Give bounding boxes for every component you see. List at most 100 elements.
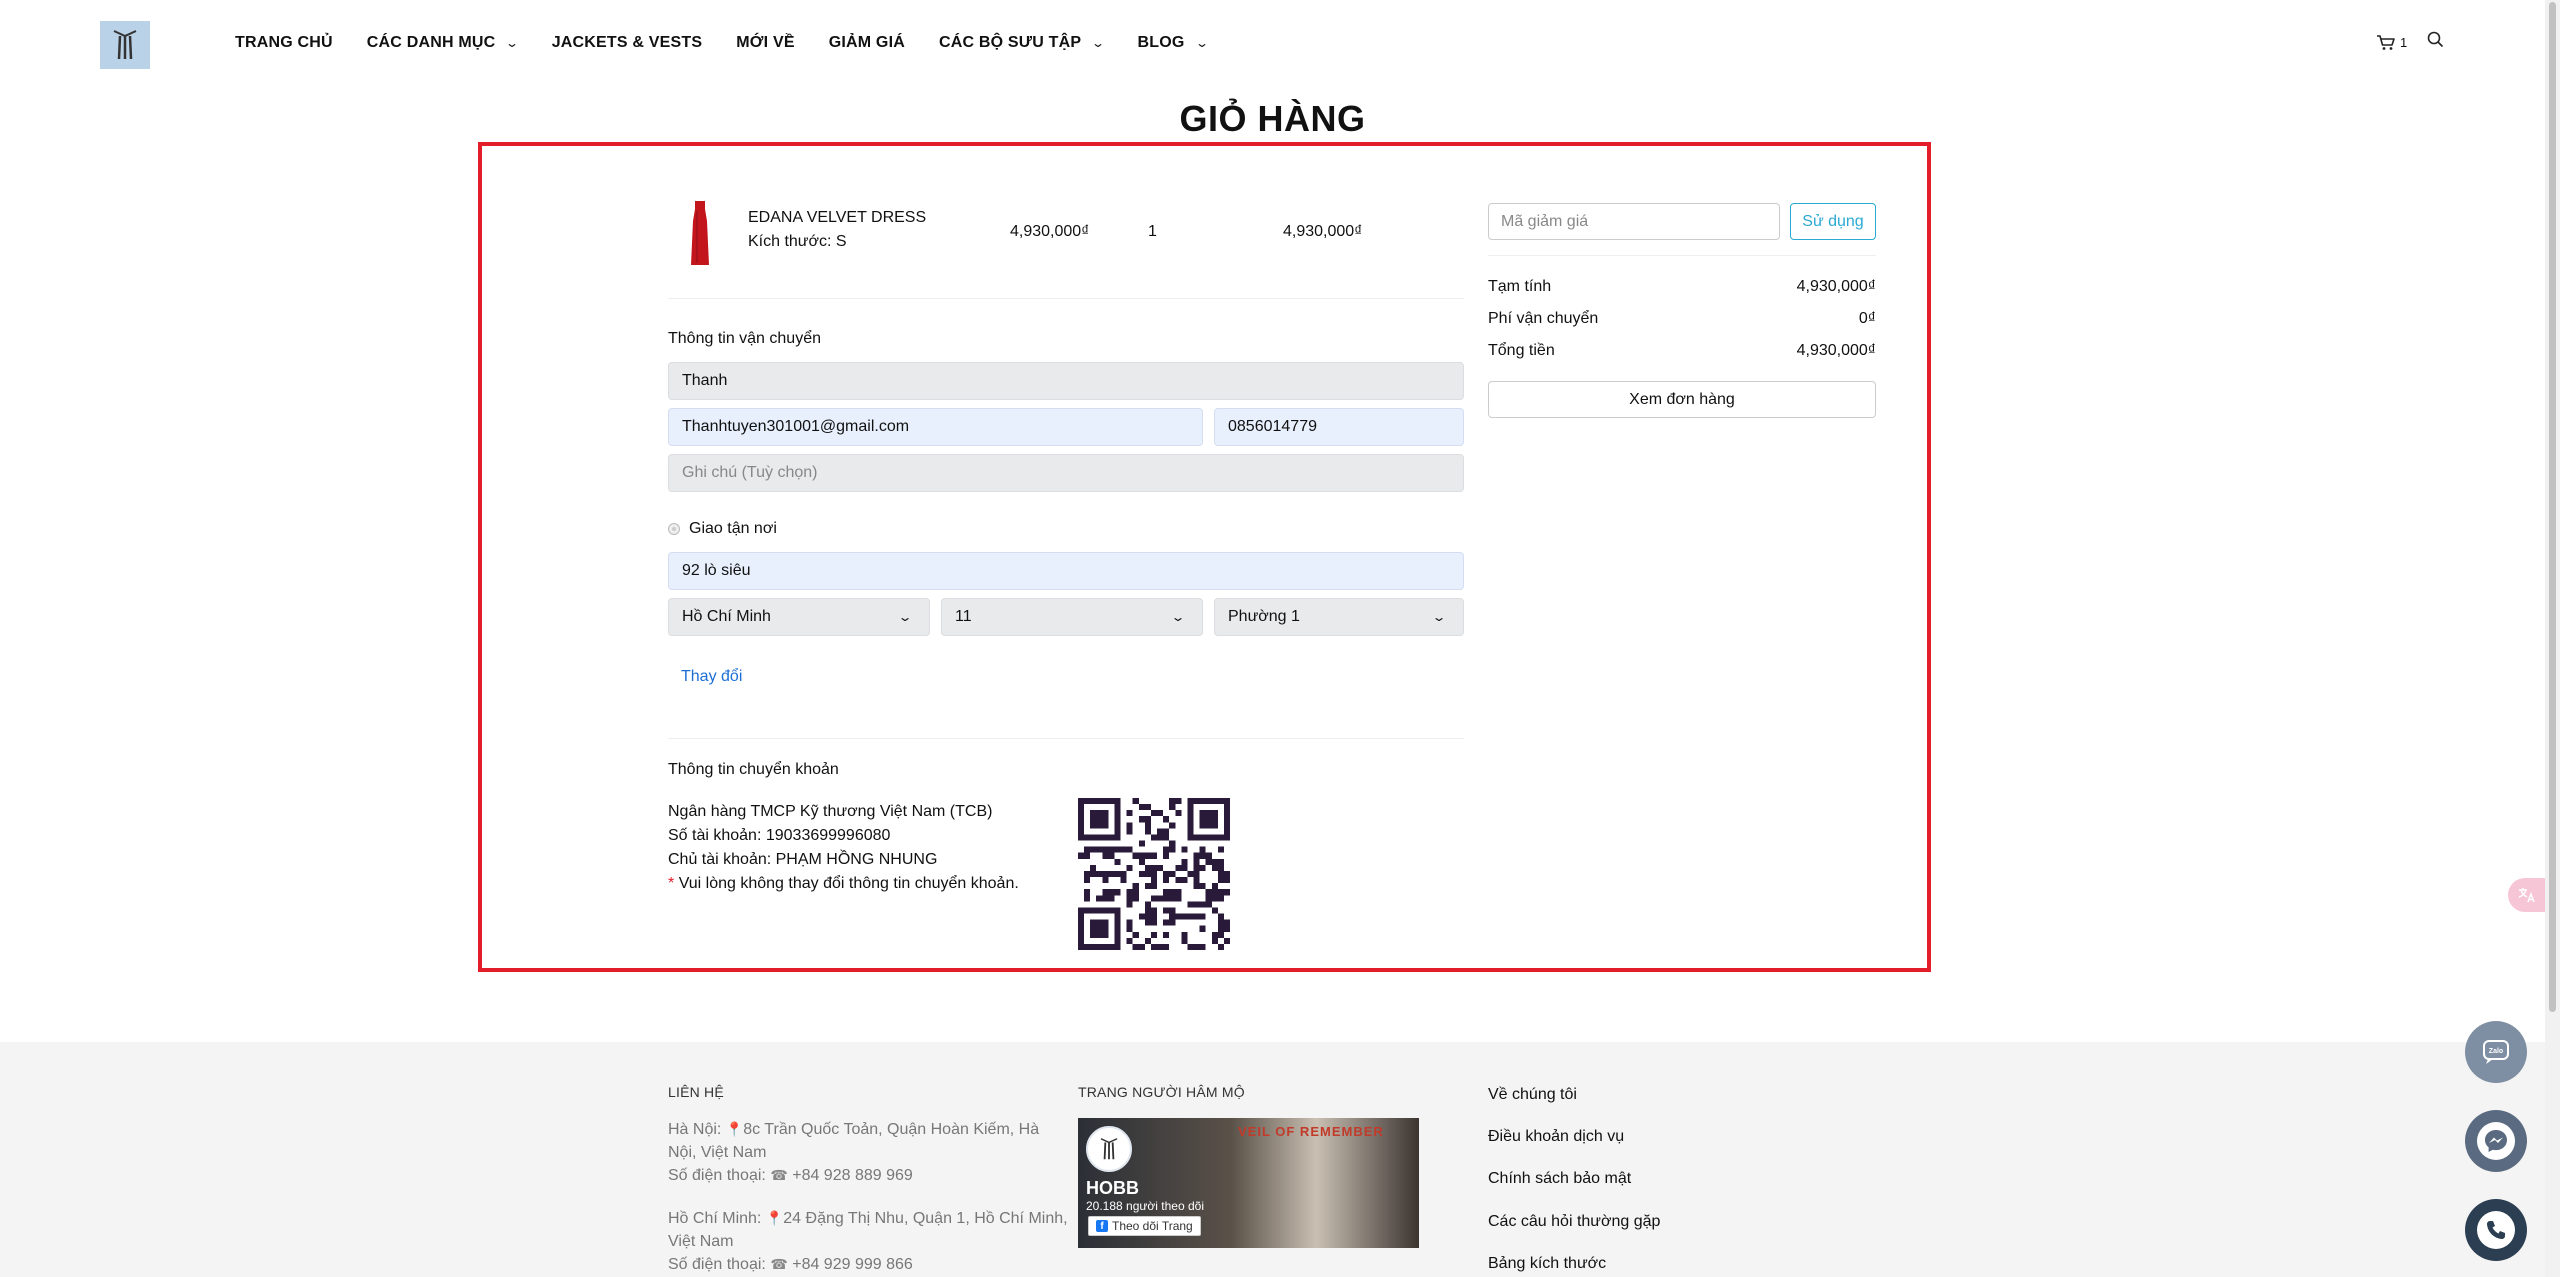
nav-item-blog[interactable]: BLOG ⌄ (1137, 34, 1209, 52)
product-price: 4,930,000₫ (1010, 223, 1090, 240)
nav-label: BLOG (1137, 34, 1185, 51)
fb-follower-count: 20.188 người theo dõi (1086, 1199, 1204, 1213)
call-button[interactable] (2465, 1199, 2527, 1261)
hcm-phone-label: Số điện thoại: (668, 1256, 766, 1273)
product-size: Kích thước: S (748, 233, 847, 250)
summary-divider (1488, 255, 1876, 256)
footer-link-privacy[interactable]: Chính sách bảo mật (1488, 1170, 1631, 1188)
cart-icon (2377, 34, 2395, 50)
total-value: 4,930,000₫ (1796, 342, 1876, 359)
cart-count-badge: 1 (2400, 34, 2408, 50)
subtotal-row: Tạm tính 4,930,000₫ (1488, 278, 1876, 296)
chevron-down-icon: ⌄ (1194, 36, 1209, 50)
change-address-link[interactable]: Thay đổi (681, 668, 742, 686)
messenger-icon (2485, 1130, 2507, 1152)
nav-label: CÁC BỘ SƯU TẬP (938, 34, 1082, 51)
required-mark: * (668, 875, 675, 892)
site-logo[interactable] (100, 21, 150, 69)
district-select[interactable]: 11 ⌄ (941, 598, 1203, 636)
nav-item-home[interactable]: TRANG CHỦ (235, 34, 333, 52)
fb-follow-label: Theo dõi Trang (1112, 1219, 1193, 1233)
zalo-chat-button[interactable]: Zalo (2465, 1021, 2527, 1083)
coupon-input[interactable]: Mã giảm giá (1488, 203, 1780, 240)
email-field[interactable]: Thanhtuyen301001@gmail.com (668, 408, 1203, 446)
nav-label: GIẢM GIÁ (828, 34, 905, 51)
chevron-down-icon: ⌄ (1170, 610, 1186, 624)
search-button[interactable] (2427, 31, 2444, 53)
fb-banner-text: VEIL OF REMEMBER (1238, 1124, 1384, 1139)
messenger-icon-wrap (2477, 1122, 2515, 1160)
product-thumbnail[interactable] (688, 201, 712, 267)
product-line-total: 4,930,000₫ (1283, 223, 1363, 240)
footer-link-size-chart[interactable]: Bảng kích thước (1488, 1255, 1606, 1273)
phone-field[interactable]: 0856014779 (1214, 408, 1464, 446)
translate-button[interactable] (2508, 878, 2545, 912)
nav-item-sale[interactable]: GIẢM GIÁ (829, 34, 905, 52)
chevron-down-icon: ⌄ (897, 610, 913, 624)
fb-page-avatar (1086, 1126, 1132, 1172)
header-actions: 1 (2376, 31, 2444, 53)
footer-link-terms[interactable]: Điều khoản dịch vụ (1488, 1128, 1624, 1146)
ward-select[interactable]: Phường 1 ⌄ (1214, 598, 1464, 636)
zalo-icon-wrap: Zalo (2477, 1033, 2515, 1071)
scrollbar-thumb[interactable] (2549, 2, 2556, 1012)
phone-icon-wrap (2477, 1211, 2515, 1249)
ward-select-value: Phường 1 (1228, 608, 1300, 625)
product-quantity: 1 (1148, 223, 1157, 240)
payment-qr-code (1078, 798, 1230, 950)
chevron-down-icon: ⌄ (505, 36, 520, 50)
footer-link-faq[interactable]: Các câu hỏi thường gặp (1488, 1213, 1660, 1231)
bank-info: Ngân hàng TMCP Kỹ thương Việt Nam (TCB) … (668, 800, 1019, 896)
nav-item-new-arrivals[interactable]: MỚI VỀ (736, 34, 794, 52)
name-field[interactable]: Thanh (668, 362, 1464, 400)
nav-item-collections[interactable]: CÁC BỘ SƯU TẬP ⌄ (938, 34, 1105, 52)
phone-icon: ☎ (770, 1256, 788, 1272)
total-row: Tổng tiền 4,930,000₫ (1488, 342, 1876, 360)
transfer-warning: Vui lòng không thay đổi thông tin chuyển… (678, 875, 1019, 892)
chevron-down-icon: ⌄ (1431, 610, 1447, 624)
city-select[interactable]: Hồ Chí Minh ⌄ (668, 598, 930, 636)
subtotal-value: 4,930,000₫ (1796, 278, 1876, 295)
view-order-button[interactable]: Xem đơn hàng (1488, 381, 1876, 418)
facebook-page-widget[interactable]: VEIL OF REMEMBER HOBB 20.188 người theo … (1078, 1118, 1419, 1248)
svg-text:Zalo: Zalo (2489, 1048, 2503, 1055)
nav-label: JACKETS & VESTS (551, 34, 703, 51)
footer-link-about[interactable]: Về chúng tôi (1488, 1086, 1577, 1104)
translate-icon (2518, 888, 2535, 903)
apply-coupon-button[interactable]: Sử dụng (1790, 203, 1876, 240)
subtotal-label: Tạm tính (1488, 278, 1552, 295)
nav-item-jackets[interactable]: JACKETS & VESTS (552, 34, 703, 52)
nav-label: MỚI VỀ (736, 34, 795, 51)
note-field[interactable]: Ghi chú (Tuỳ chọn) (668, 454, 1464, 492)
transfer-section-label: Thông tin chuyển khoản (668, 761, 839, 778)
city-select-value: Hồ Chí Minh (682, 608, 771, 625)
hanoi-phone-label: Số điện thoại: (668, 1167, 766, 1184)
product-name[interactable]: EDANA VELVET DRESS (748, 209, 926, 227)
nav-label: CÁC DANH MỤC (366, 34, 496, 51)
hanoi-phone[interactable]: +84 928 889 969 (792, 1167, 913, 1184)
location-pin-icon: 📍 (765, 1210, 784, 1226)
district-select-value: 11 (955, 608, 972, 625)
address-field[interactable]: 92 lò siêu (668, 552, 1464, 590)
total-label: Tổng tiền (1488, 342, 1555, 359)
delivery-radio[interactable] (668, 523, 680, 535)
hcm-contact: Hồ Chí Minh: 📍24 Đặng Thị Nhu, Quận 1, H… (668, 1207, 1068, 1276)
bank-account-number: Số tài khoản: 19033699996080 (668, 827, 891, 844)
fanpage-heading: TRANG NGƯỜI HÂM MỘ (1078, 1084, 1245, 1100)
site-header: TRANG CHỦ CÁC DANH MỤC ⌄ JACKETS & VESTS … (0, 0, 2545, 90)
shipping-fee-value: 0₫ (1858, 310, 1876, 327)
nav-item-categories[interactable]: CÁC DANH MỤC ⌄ (366, 34, 520, 52)
shipping-section-label: Thông tin vận chuyển (668, 330, 821, 347)
delivery-option-label: Giao tận nơi (689, 520, 777, 537)
hcm-phone[interactable]: +84 929 999 866 (792, 1256, 913, 1273)
contact-heading: LIÊN HỆ (668, 1084, 724, 1100)
fb-follow-button[interactable]: f Theo dõi Trang (1088, 1216, 1201, 1236)
delivery-option[interactable]: Giao tận nơi (668, 520, 777, 538)
cart-button[interactable]: 1 (2376, 34, 2407, 51)
section-divider (668, 738, 1464, 739)
messenger-chat-button[interactable] (2465, 1110, 2527, 1172)
transfer-warning-row: * Vui lòng không thay đổi thông tin chuy… (668, 872, 1019, 896)
shipping-fee-row: Phí vận chuyển 0₫ (1488, 310, 1876, 328)
hanoi-address-label: Hà Nội: (668, 1121, 722, 1138)
fb-page-name[interactable]: HOBB (1086, 1178, 1139, 1199)
